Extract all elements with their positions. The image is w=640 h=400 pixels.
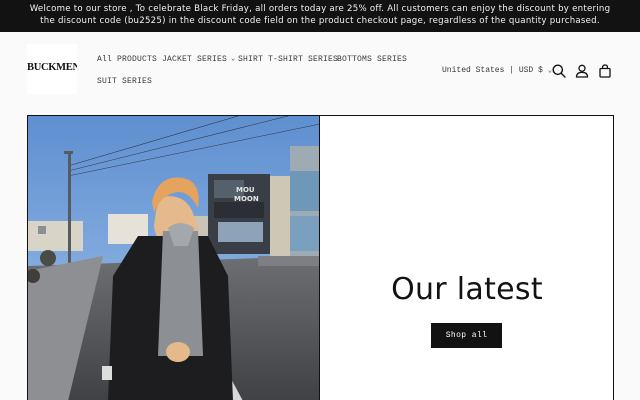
nav-item-label: SUIT SERIES xyxy=(97,77,153,86)
announcement-bar: Welcome to our store , To celebrate Blac… xyxy=(0,0,640,32)
locale-label: United States | USD $ xyxy=(442,66,543,75)
nav-item-label: SHIRT T-SHIRT SERIES xyxy=(238,55,339,64)
svg-text:MOU: MOU xyxy=(236,186,255,194)
account-icon[interactable] xyxy=(574,63,590,79)
chevron-down-icon: ⌄ xyxy=(231,55,236,63)
nav-item-all-products[interactable]: All PRODUCTS xyxy=(97,55,157,64)
nav-item-bottoms-series[interactable]: BOTTOMS SERIES xyxy=(337,55,407,64)
hero-banner: MOU MOON Our latest Shop all xyxy=(27,115,614,400)
logo-text: BUCKMEN xyxy=(27,62,77,73)
cart-icon[interactable] xyxy=(597,63,613,79)
announcement-text: Welcome to our store , To celebrate Blac… xyxy=(29,4,611,26)
hero-heading: Our latest xyxy=(391,272,543,307)
nav-item-shirt-tshirt-series[interactable]: SHIRT T-SHIRT SERIES xyxy=(238,55,338,64)
hero-text-panel: Our latest Shop all xyxy=(320,116,613,400)
country-currency-selector[interactable]: United States | USD $ ⌄ xyxy=(442,66,552,75)
svg-text:MOON: MOON xyxy=(234,195,259,203)
nav-item-label: BOTTOMS SERIES xyxy=(337,55,408,64)
store-logo[interactable]: BUCKMEN xyxy=(27,44,77,94)
nav-item-label: JACKET SERIES xyxy=(162,55,228,64)
site-header: BUCKMEN All PRODUCTS JACKET SERIES ⌄ SHIR… xyxy=(0,32,640,102)
nav-item-suit-series[interactable]: SUIT SERIES xyxy=(97,77,152,86)
hero-image: MOU MOON xyxy=(28,116,320,400)
nav-item-label: All PRODUCTS xyxy=(97,55,158,64)
nav-item-jacket-series[interactable]: JACKET SERIES ⌄ xyxy=(162,55,235,64)
shop-all-button[interactable]: Shop all xyxy=(431,323,502,348)
search-icon[interactable] xyxy=(551,63,567,79)
